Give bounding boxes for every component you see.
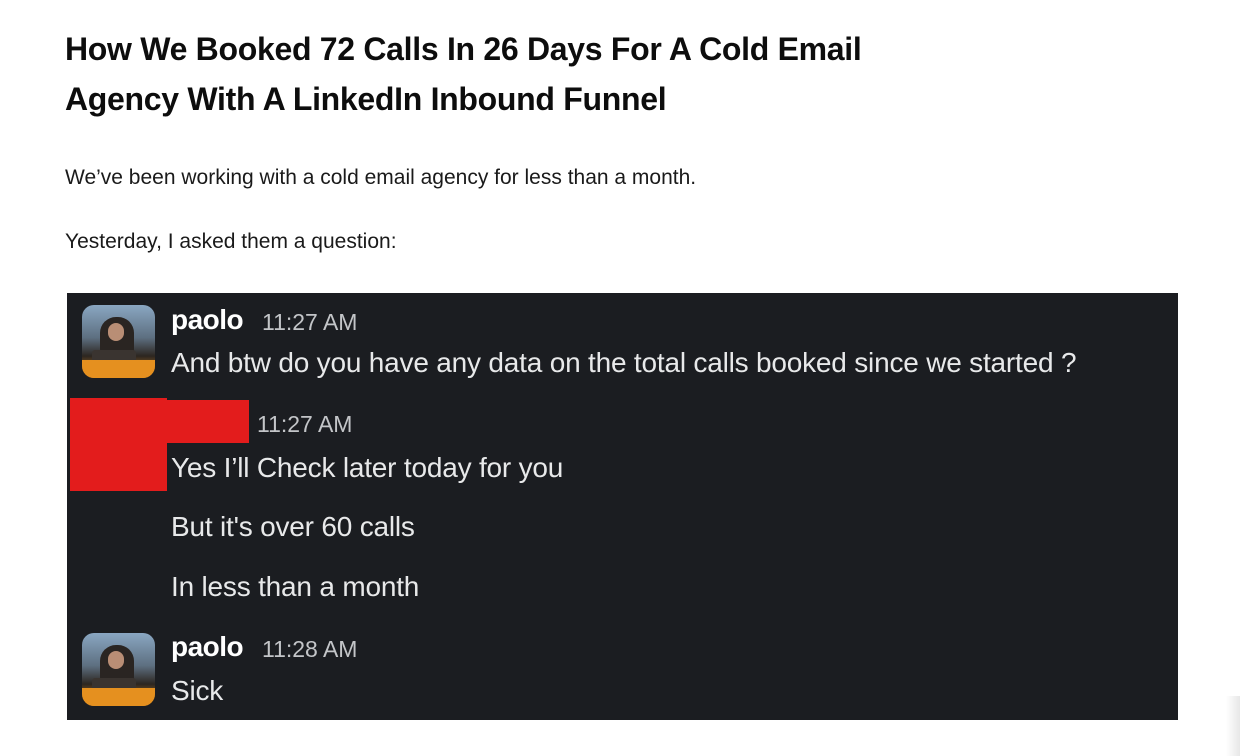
message-timestamp: 11:27 AM [257, 411, 353, 437]
message-username: paolo [171, 304, 244, 335]
message-timestamp: 11:27 AM [262, 309, 358, 335]
article-title-line-2: Agency With A LinkedIn Inbound Funnel [65, 81, 667, 117]
chat-screenshot: paolo 11:27 AM And btw do you have any d… [67, 293, 1178, 720]
avatar [82, 633, 155, 706]
message-text: Sick [171, 675, 224, 706]
redaction-block [70, 398, 167, 491]
message-text: Yes I’ll Check later today for you [171, 452, 564, 483]
intro-paragraph: We’ve been working with a cold email age… [65, 166, 697, 189]
message-timestamp: 11:28 AM [262, 636, 358, 662]
question-paragraph: Yesterday, I asked them a question: [65, 230, 397, 253]
message-text: And btw do you have any data on the tota… [171, 347, 1077, 378]
message-text: But it's over 60 calls [171, 511, 415, 542]
redaction-block [167, 400, 249, 443]
article-title: How We Booked 72 Calls In 26 Days For A … [65, 24, 945, 124]
message-username: paolo [171, 631, 244, 662]
article-title-line-1: How We Booked 72 Calls In 26 Days For A … [65, 31, 862, 67]
message-text: In less than a month [171, 571, 420, 602]
avatar [82, 305, 155, 378]
page-edge-shadow [1226, 696, 1240, 756]
